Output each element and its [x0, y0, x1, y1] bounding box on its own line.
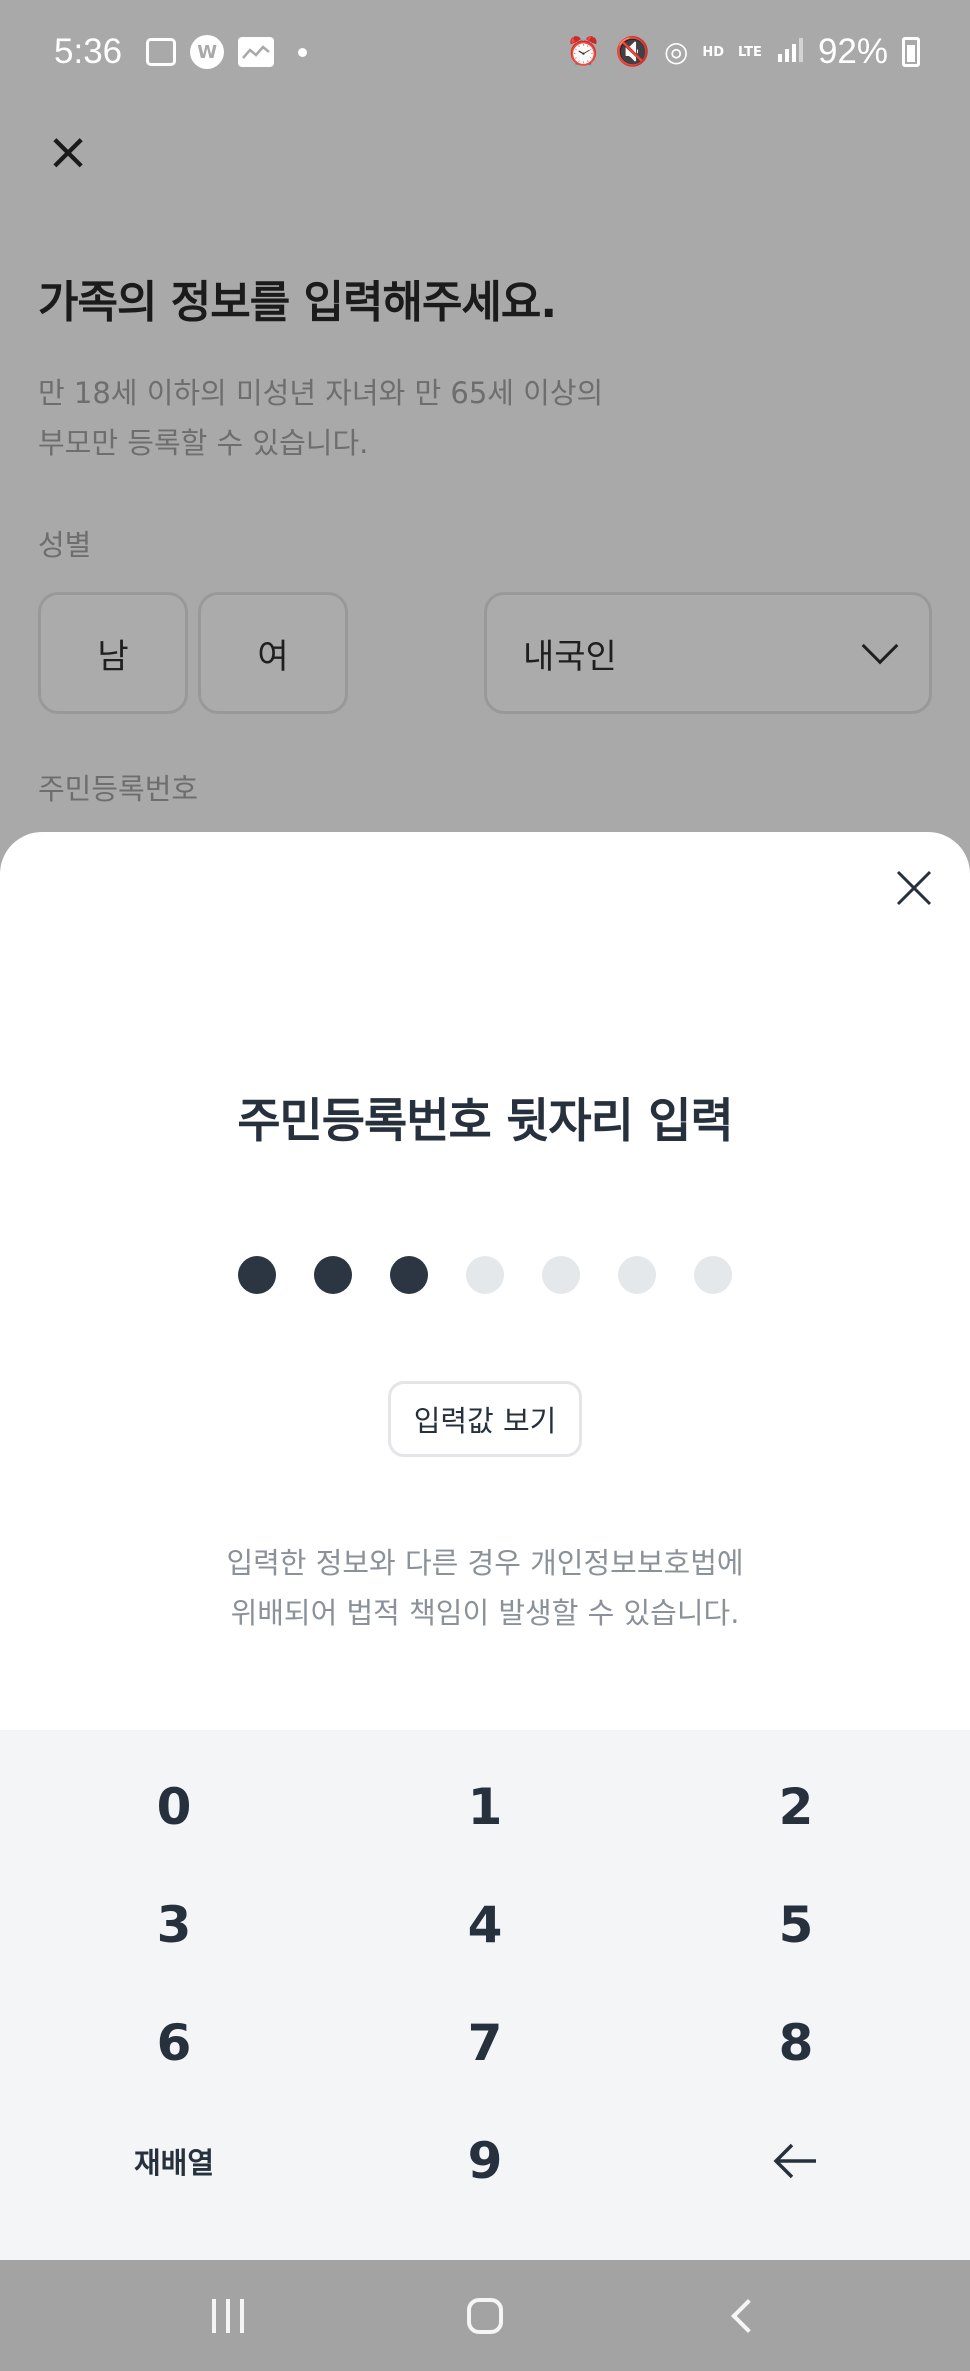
description-line-2: 부모만 등록할 수 있습니다. [38, 426, 369, 460]
pin-dot-empty [694, 1256, 732, 1294]
lte-icon: LTE [738, 44, 762, 60]
status-time: 5:36 [54, 32, 123, 71]
sheet-title: 주민등록번호 뒷자리 입력 [237, 1094, 733, 1149]
system-nav-bar [0, 2260, 970, 2371]
notification-dot-icon [298, 47, 308, 57]
back-icon [730, 2298, 765, 2333]
warning-line-2: 위배되어 법적 책임이 발생할 수 있습니다. [230, 1596, 740, 1630]
close-icon[interactable]: × [40, 124, 96, 180]
key-0[interactable]: 0 [24, 1752, 324, 1862]
key-9[interactable]: 9 [335, 2106, 635, 2216]
backspace-arrow-icon[interactable] [646, 2106, 946, 2216]
key-7[interactable]: 7 [335, 1988, 635, 2098]
rrn-input-sheet: 주민등록번호 뒷자리 입력 입력값 보기 입력한 정보와 다른 경우 개인정보보… [0, 832, 970, 1732]
secure-keypad: 0 1 2 3 4 5 6 7 8 재배열 9 [0, 1730, 970, 2260]
description-line-1: 만 18세 이하의 미성년 자녀와 만 65세 이상의 [38, 376, 604, 410]
hotspot-icon: ◎ [663, 35, 689, 68]
nationality-value: 내국인 [523, 636, 617, 677]
pin-dot-empty [618, 1256, 656, 1294]
key-2[interactable]: 2 [646, 1752, 946, 1862]
home-button[interactable] [445, 2276, 525, 2356]
show-input-button[interactable]: 입력값 보기 [388, 1381, 582, 1457]
status-left: 5:36 W [54, 32, 308, 72]
pin-dot-empty [542, 1256, 580, 1294]
shuffle-key-button[interactable]: 재배열 [24, 2106, 324, 2216]
pin-indicator [0, 1256, 970, 1294]
page-description: 만 18세 이하의 미성년 자녀와 만 65세 이상의 부모만 등록할 수 있습… [38, 368, 758, 468]
status-bar: 5:36 W ⏰ 🔇 ◎ HD LTE 92% [0, 0, 970, 104]
status-right: ⏰ 🔇 ◎ HD LTE 92% [566, 32, 920, 72]
w-app-icon: W [190, 35, 225, 69]
key-6[interactable]: 6 [24, 1988, 324, 2098]
gender-label: 성별 [38, 528, 92, 562]
legal-warning: 입력한 정보와 다른 경우 개인정보보호법에 위배되어 법적 책임이 발생할 수… [0, 1538, 970, 1638]
battery-percentage: 92% [817, 32, 888, 71]
pin-dot-filled [238, 1256, 276, 1294]
gender-male-button[interactable]: 남 [38, 592, 188, 714]
page-title: 가족의 정보를 입력해주세요. [38, 277, 557, 328]
back-button[interactable] [702, 2276, 782, 2356]
sheet-close-icon[interactable] [888, 862, 940, 914]
pin-dot-empty [466, 1256, 504, 1294]
hd-voice-icon: HD [702, 44, 725, 60]
key-4[interactable]: 4 [335, 1870, 635, 1980]
key-1[interactable]: 1 [335, 1752, 635, 1862]
pin-dot-filled [390, 1256, 428, 1294]
key-5[interactable]: 5 [646, 1870, 946, 1980]
battery-icon [902, 37, 920, 67]
gallery-icon [146, 38, 177, 66]
key-8[interactable]: 8 [646, 1988, 946, 2098]
gender-female-button[interactable]: 여 [198, 592, 348, 714]
signal-icon [776, 36, 804, 68]
key-3[interactable]: 3 [24, 1870, 324, 1980]
pin-dot-filled [314, 1256, 352, 1294]
alarm-icon: ⏰ [566, 35, 602, 68]
mute-icon: 🔇 [615, 35, 650, 68]
warning-line-1: 입력한 정보와 다른 경우 개인정보보호법에 [226, 1546, 744, 1580]
stock-chart-icon [238, 37, 275, 67]
nationality-select[interactable]: 내국인 [484, 592, 932, 714]
home-icon [466, 2297, 503, 2334]
chevron-down-icon [861, 627, 899, 665]
recents-icon [212, 2298, 245, 2333]
recents-button[interactable] [188, 2276, 268, 2356]
rrn-label: 주민등록번호 [38, 772, 199, 806]
